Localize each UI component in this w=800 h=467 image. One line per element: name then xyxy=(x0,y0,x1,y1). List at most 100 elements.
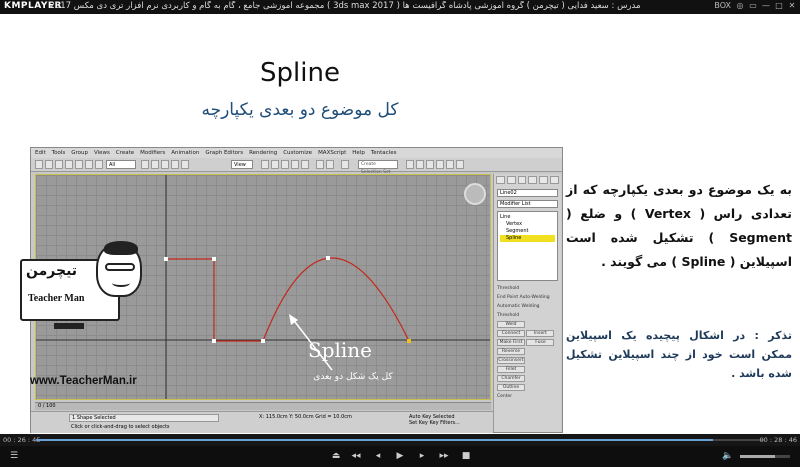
maximize-icon[interactable]: □ xyxy=(775,1,783,10)
scale-icon xyxy=(181,160,189,169)
curve-editor-icon xyxy=(406,160,414,169)
volume-slider[interactable] xyxy=(740,455,790,458)
vertex-point xyxy=(326,256,330,260)
bind-icon xyxy=(75,160,83,169)
mirror-icon xyxy=(316,160,324,169)
coord-x: 115.0cm xyxy=(265,414,288,420)
viewport-spline-label: Spline xyxy=(308,338,373,362)
previous-icon[interactable]: ◂ xyxy=(372,450,384,462)
elapsed-time: 00 : 26 : 45 xyxy=(3,436,41,444)
select-icon xyxy=(85,160,93,169)
menu-rendering: Rendering xyxy=(249,150,278,156)
website-url: www.TeacherMan.ir xyxy=(30,375,137,387)
fast-forward-icon[interactable]: ▸▸ xyxy=(438,450,450,462)
rollout-label: Threshold xyxy=(497,313,520,318)
volume-level xyxy=(740,455,775,458)
status-bar: 1 Shape Selected Click or click-and-drag… xyxy=(31,411,493,433)
menu-tools: Tools xyxy=(51,150,66,156)
set-key-button: Set Key xyxy=(409,420,428,426)
chamfer-button: Chamfer xyxy=(497,375,525,382)
window-controls: BOX ◎ ▭ — □ ✕ xyxy=(714,1,796,10)
make-first-button: Make First xyxy=(497,339,525,346)
selection-status: 1 Shape Selected xyxy=(69,414,219,422)
settings-icon[interactable]: ◎ xyxy=(736,1,744,10)
weld-button: Weld xyxy=(497,321,525,328)
move-icon xyxy=(161,160,169,169)
schematic-icon xyxy=(416,160,424,169)
command-panel: Line02 Modifier List Line Vertex Segment… xyxy=(493,174,561,432)
close-icon[interactable]: ✕ xyxy=(788,1,796,10)
insert-button: Insert xyxy=(526,330,555,337)
menu-customize: Customize xyxy=(283,150,313,156)
player-titlebar: KMPLAYER مجموعه آموزشی جامع ، گام به گام… xyxy=(0,0,800,14)
next-icon[interactable]: ▸ xyxy=(416,450,428,462)
stack-item: Segment xyxy=(506,228,529,234)
connect-button: Connect xyxy=(497,330,525,337)
vertex-point-first xyxy=(407,339,411,343)
menu-group: Group xyxy=(71,150,88,156)
layer-icon xyxy=(341,160,349,169)
vertex-point xyxy=(261,339,265,343)
menu-tentacles: Tentacles xyxy=(370,150,397,156)
logo-english-text: Teacher Man xyxy=(28,293,85,304)
teacherman-logo: تیچرمن Teacher Man xyxy=(12,241,142,345)
teacher-caricature-icon xyxy=(96,241,142,297)
slide-title: Spline xyxy=(260,58,340,88)
viewport-spline-sublabel: کل یک شکل دو بعدی xyxy=(313,372,393,382)
render-icon xyxy=(456,160,464,169)
center-checkbox-label: Center xyxy=(497,394,513,399)
fuse-button: Fuse xyxy=(526,339,555,346)
seek-progress xyxy=(36,439,714,441)
unlink-icon xyxy=(65,160,73,169)
monitor-stand-icon xyxy=(54,323,84,329)
rotate-icon xyxy=(171,160,179,169)
menu-graph-editors: Graph Editors xyxy=(205,150,244,156)
box-button[interactable]: BOX xyxy=(714,1,731,10)
rect-select-icon xyxy=(141,160,149,169)
player-controls: ☰ ⏏ ◂◂ ◂ ▶ ▸ ▸▸ ■ 🔈 xyxy=(0,446,800,467)
rollout-label: Threshold xyxy=(497,286,520,291)
menu-create: Create xyxy=(115,150,135,156)
modify-tab-icon xyxy=(506,176,516,184)
speaker-icon[interactable]: 🔈 xyxy=(722,450,734,462)
rewind-icon[interactable]: ◂◂ xyxy=(350,450,362,462)
vertex-point xyxy=(212,257,216,261)
modifier-stack: Line Vertex Segment Spline xyxy=(497,211,558,281)
object-name-field: Line02 xyxy=(497,189,558,197)
percent-snap-icon xyxy=(291,160,299,169)
utilities-tab-icon xyxy=(550,176,559,184)
seek-track[interactable] xyxy=(36,439,764,441)
menu-icon[interactable]: ☰ xyxy=(8,450,20,462)
max-menubar: Edit Tools Group Views Create Modifiers … xyxy=(31,148,562,158)
spline-segment-arc xyxy=(262,257,410,342)
minimize-icon[interactable]: — xyxy=(762,1,770,10)
stop-icon[interactable]: ■ xyxy=(460,450,472,462)
stack-item: Vertex xyxy=(506,221,523,227)
outline-button: Outline xyxy=(497,384,525,391)
reverse-button: Reverse xyxy=(497,348,525,355)
select-name-icon xyxy=(95,160,103,169)
seek-bar[interactable]: 00 : 26 : 45 00 : 28 : 46 xyxy=(0,434,800,446)
render-frame-icon xyxy=(446,160,454,169)
align-icon xyxy=(326,160,334,169)
pivot-icon xyxy=(261,160,269,169)
motion-tab-icon xyxy=(528,176,538,184)
total-time: 00 : 28 : 46 xyxy=(759,436,797,444)
coordinate-display: X: 115.0cm Y: 50.0cm Grid = 10.0cm xyxy=(259,414,352,420)
logo-persian-text: تیچرمن xyxy=(26,263,78,279)
link-icon xyxy=(55,160,63,169)
fillet-button: Fillet xyxy=(497,366,525,373)
play-icon[interactable]: ▶ xyxy=(394,450,406,462)
rollout-label: End Point Auto-Welding xyxy=(497,295,550,300)
menu-modifiers: Modifiers xyxy=(140,150,166,156)
spline-segment-line xyxy=(166,258,263,342)
vertex-point xyxy=(212,339,216,343)
menu-help: Help xyxy=(352,150,365,156)
window-crossing-icon xyxy=(151,160,159,169)
eject-icon[interactable]: ⏏ xyxy=(330,450,342,462)
render-setup-icon xyxy=(436,160,444,169)
mini-mode-icon[interactable]: ▭ xyxy=(749,1,757,10)
redo-icon xyxy=(45,160,53,169)
menu-maxscript: MAXScript xyxy=(318,150,347,156)
angle-snap-icon xyxy=(281,160,289,169)
